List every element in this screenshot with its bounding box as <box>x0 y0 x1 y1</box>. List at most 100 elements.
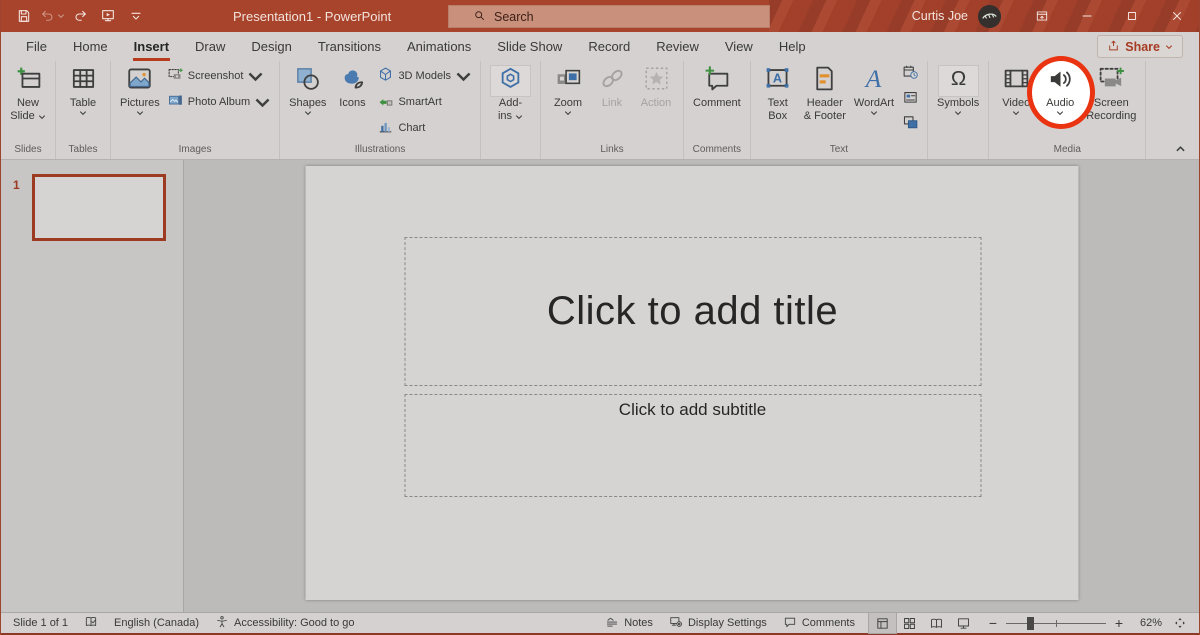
zoom-slider[interactable] <box>1006 616 1106 630</box>
ribbon-button-slide-number[interactable] <box>898 88 922 112</box>
ribbon-group-label <box>486 143 535 159</box>
svg-text:A: A <box>864 65 882 93</box>
ribbon-button-icons[interactable]: Icons <box>330 61 374 110</box>
redo-button[interactable] <box>67 4 93 28</box>
icons-duck-icon <box>338 64 367 98</box>
search-icon <box>473 9 486 25</box>
ribbon-button-insert-object[interactable] <box>898 113 922 137</box>
collapse-ribbon-button[interactable] <box>1171 142 1189 156</box>
ribbon-button-screenshot[interactable]: Screenshot <box>164 64 274 88</box>
tab-draw[interactable]: Draw <box>182 32 238 61</box>
ribbon-button-add-ins[interactable]: Add-ins <box>486 61 535 123</box>
accessibility-button[interactable]: Accessibility: Good to go <box>215 615 354 632</box>
ribbon-button-table[interactable]: Table <box>61 61 105 116</box>
chevron-down-icon <box>136 110 144 116</box>
text-box-icon: A <box>763 64 792 98</box>
status-bar: Slide 1 of 1 English (Canada) Accessibil… <box>1 612 1199 635</box>
share-icon <box>1107 39 1120 55</box>
language-button[interactable]: English (Canada) <box>114 617 199 629</box>
minimize-button[interactable] <box>1064 0 1109 32</box>
search-placeholder: Search <box>494 10 534 24</box>
link-icon <box>598 64 627 98</box>
ribbon-button-symbols[interactable]: ΩSymbols <box>933 61 983 116</box>
maximize-button[interactable] <box>1109 0 1154 32</box>
chevron-down-icon <box>1012 110 1020 116</box>
ribbon-group-label: Tables <box>61 143 105 159</box>
ribbon-button-header-footer[interactable]: Header& Footer <box>800 61 850 123</box>
spellcheck-icon <box>84 615 98 632</box>
ribbon-button-link[interactable]: Link <box>590 61 634 110</box>
slideshow-view-button[interactable] <box>950 613 977 633</box>
undo-button[interactable] <box>39 4 65 28</box>
title-placeholder[interactable]: Click to add title <box>404 237 981 386</box>
search-input[interactable]: Search <box>448 5 770 28</box>
tab-view[interactable]: View <box>712 32 766 61</box>
tab-record[interactable]: Record <box>575 32 643 61</box>
start-slideshow-button[interactable] <box>95 4 121 28</box>
ribbon-button-shapes[interactable]: Shapes <box>285 61 330 116</box>
tab-file[interactable]: File <box>13 32 60 61</box>
ribbon-button-date-time[interactable] <box>898 63 922 87</box>
ribbon-display-options-button[interactable] <box>1019 0 1064 32</box>
slide-thumbnail[interactable] <box>32 174 166 241</box>
ribbon-button-action[interactable]: Action <box>634 61 678 110</box>
ribbon-button-3d-models[interactable]: 3D Models <box>374 64 475 88</box>
reading-view-button[interactable] <box>923 613 950 633</box>
ribbon-button-label: ins <box>498 110 523 123</box>
customize-quick-access-button[interactable] <box>123 4 149 28</box>
fit-slide-button[interactable] <box>1169 613 1191 633</box>
ribbon-button-label: Screenshot <box>188 70 244 82</box>
ribbon-button-label: & Footer <box>804 110 846 123</box>
display-settings-button[interactable]: Display Settings <box>669 615 767 632</box>
close-button[interactable] <box>1154 0 1199 32</box>
tab-home[interactable]: Home <box>60 32 121 61</box>
zoom-slider-thumb[interactable] <box>1027 617 1034 630</box>
ribbon-button-pictures[interactable]: Pictures <box>116 61 164 116</box>
tab-help[interactable]: Help <box>766 32 819 61</box>
ribbon-button-zoom[interactable]: Zoom <box>546 61 590 116</box>
normal-view-button[interactable] <box>869 613 896 633</box>
avatar[interactable] <box>978 5 1001 28</box>
tab-transitions[interactable]: Transitions <box>305 32 394 61</box>
slide-number-icon <box>902 89 919 111</box>
ribbon-button-label: Shapes <box>289 97 326 110</box>
thumbnail-number: 1 <box>13 178 20 192</box>
ribbon-button-chart[interactable]: Chart <box>374 116 475 140</box>
display-settings-icon <box>669 615 683 632</box>
ribbon-group-media: VideoAudioScreenRecordingMedia <box>989 61 1146 159</box>
save-button[interactable] <box>11 4 37 28</box>
ribbon-button-photo-album[interactable]: Photo Album <box>164 90 274 114</box>
zoom-out-button[interactable]: − <box>987 615 999 631</box>
tab-design[interactable]: Design <box>238 32 304 61</box>
ribbon-group-label: Illustrations <box>285 143 475 159</box>
share-button[interactable]: Share <box>1097 35 1183 58</box>
ribbon-button-text-box[interactable]: ATextBox <box>756 61 800 123</box>
slide-editor-area: Click to add title Click to add subtitle <box>184 160 1199 612</box>
ribbon-button-comment[interactable]: Comment <box>689 61 745 110</box>
slide-canvas[interactable]: Click to add title Click to add subtitle <box>305 166 1078 600</box>
zoom-in-button[interactable]: + <box>1113 615 1125 631</box>
tab-insert[interactable]: Insert <box>121 32 182 61</box>
subtitle-placeholder[interactable]: Click to add subtitle <box>404 394 981 497</box>
title-placeholder-text: Click to add title <box>547 289 838 334</box>
tab-review[interactable]: Review <box>643 32 712 61</box>
slide-sorter-view-button[interactable] <box>896 613 923 633</box>
notes-button[interactable]: Notes <box>605 615 653 632</box>
table-icon <box>69 64 98 98</box>
zoom-level[interactable]: 62% <box>1132 617 1162 629</box>
ribbon-button-label: Pictures <box>120 97 160 110</box>
svg-text:Ω: Ω <box>950 67 965 90</box>
ribbon-button-audio[interactable]: Audio <box>1038 61 1082 116</box>
ribbon-button-label: Header <box>807 97 843 110</box>
tab-animations[interactable]: Animations <box>394 32 484 61</box>
ribbon-button-label: SmartArt <box>398 96 441 108</box>
comments-button[interactable]: Comments <box>783 615 855 632</box>
spellcheck-button[interactable] <box>84 615 98 632</box>
ribbon-button-new-slide[interactable]: NewSlide <box>6 61 50 123</box>
ribbon-button-label: Slide <box>10 110 45 123</box>
ribbon-small-column: Screenshot Photo Album <box>164 61 274 114</box>
object-icon <box>902 114 919 136</box>
ribbon-button-wordart[interactable]: AWordArt <box>850 61 898 116</box>
ribbon-button-smartart[interactable]: SmartArt <box>374 90 475 114</box>
tab-slide-show[interactable]: Slide Show <box>484 32 575 61</box>
